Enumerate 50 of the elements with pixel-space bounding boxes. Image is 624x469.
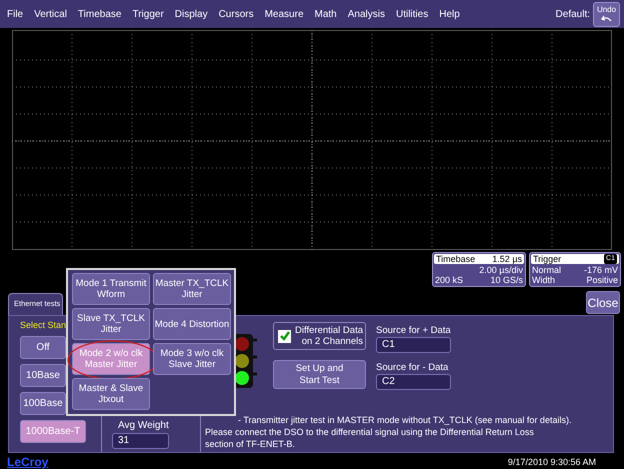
sample-rate: 10 GS/s — [490, 275, 523, 285]
test-button[interactable]: Mode 1 Transmit Wform — [72, 273, 150, 305]
logo-link[interactable]: LeCroy — [7, 455, 48, 469]
description-text: - Transmitter jitter test in MASTER mode without TX_TCLK (see manual for details). — [238, 414, 572, 426]
menu-item[interactable]: File — [7, 8, 24, 20]
test-button[interactable]: Master & Slave Jtxout — [72, 378, 150, 410]
trigger-level: -176 mV — [584, 265, 618, 275]
trigger-mode: Normal — [532, 265, 562, 275]
avg-weight-field[interactable]: 31 — [112, 433, 169, 449]
menu-item[interactable]: Trigger — [132, 8, 164, 20]
setup-button[interactable]: Set Up and Start Test — [273, 360, 366, 389]
trigger-slope: Positive — [586, 275, 618, 285]
avg-weight-label: Avg Weight — [118, 420, 170, 431]
description-text: section of TF-ENET-B. — [205, 438, 296, 450]
menu-item[interactable]: Help — [439, 8, 460, 20]
timebase-value: 1.52 µs — [492, 254, 522, 264]
date-time: 9/17/2010 9:30:56 AM — [508, 457, 596, 467]
menu-item[interactable]: Timebase — [78, 8, 122, 20]
test-button[interactable]: Slave TX_TCLK Jitter — [72, 308, 150, 340]
differential-checkbox[interactable]: Differential Data on 2 Channels — [273, 322, 366, 350]
standard-button[interactable]: 100Base — [20, 392, 66, 415]
menu-item[interactable]: Analysis — [348, 8, 385, 20]
menu-item[interactable]: Utilities — [396, 8, 428, 20]
test-button[interactable]: Mode 4 Distortion — [153, 308, 231, 340]
menu-item[interactable]: Display — [174, 8, 208, 20]
menu-item[interactable]: Math — [314, 8, 337, 20]
standard-button[interactable]: 10Base — [20, 364, 66, 387]
test-button[interactable]: Master TX_TCLK Jitter — [153, 273, 231, 305]
sample-count: 200 kS — [435, 275, 464, 285]
time-per-div: 2.00 µs/div — [479, 265, 523, 275]
trigger-title: Trigger — [533, 254, 562, 264]
timebase-title: Timebase — [436, 254, 476, 264]
source-field[interactable]: C2 — [376, 374, 451, 390]
test-button[interactable]: Mode 3 w/o clk Slave Jitter — [153, 343, 231, 375]
menu-item[interactable]: Vertical — [34, 8, 67, 20]
undo-button[interactable]: Undo — [593, 2, 620, 26]
trigger-type: Width — [532, 275, 556, 285]
default-label: Default: — [556, 8, 590, 20]
select-label: Select Stan — [20, 320, 66, 330]
standard-button[interactable]: Off — [20, 336, 66, 359]
undo-icon — [600, 15, 612, 23]
source-field[interactable]: C1 — [376, 337, 451, 353]
timebase-box[interactable]: Timebase 1.52 µs 2.00 µs/div 200 kS 10 GS/s — [432, 252, 526, 287]
source-label: Source for + Data — [376, 325, 451, 336]
source-label: Source for - Data — [376, 362, 450, 373]
checkmark-icon — [278, 330, 290, 342]
close-button[interactable]: Close — [586, 291, 620, 314]
menu-item[interactable]: Measure — [264, 8, 304, 20]
menu-item[interactable]: Cursors — [218, 8, 254, 20]
description-text: Please connect the DSO to the differential signal using the Differential Return Loss — [205, 426, 535, 438]
